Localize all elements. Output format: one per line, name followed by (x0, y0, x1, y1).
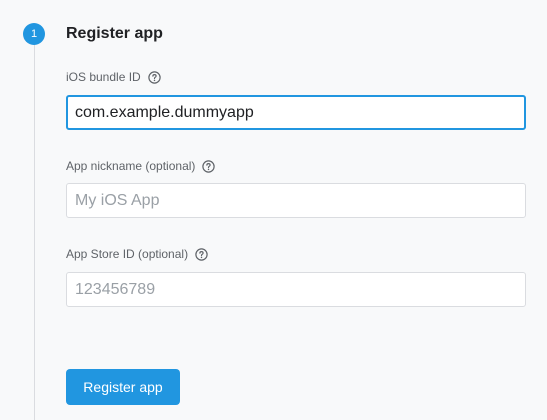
help-circle-icon[interactable] (148, 70, 161, 84)
register-app-step: 1 Register app iOS bundle ID App nicknam… (0, 0, 547, 420)
help-circle-icon[interactable] (195, 247, 208, 261)
bundle-id-label-text: iOS bundle ID (66, 70, 141, 84)
stepper-rail (34, 44, 35, 420)
step-number-badge: 1 (23, 23, 45, 45)
help-circle-icon[interactable] (202, 159, 216, 173)
bundle-id-input[interactable] (66, 95, 526, 130)
app-store-id-label: App Store ID (optional) (66, 246, 208, 262)
app-nickname-label: App nickname (optional) (66, 158, 216, 174)
app-nickname-input[interactable] (66, 183, 526, 218)
app-store-id-label-text: App Store ID (optional) (66, 247, 189, 261)
app-nickname-label-text: App nickname (optional) (66, 159, 196, 173)
bundle-id-label: iOS bundle ID (66, 69, 161, 85)
app-store-id-input[interactable] (66, 272, 526, 307)
register-app-button[interactable]: Register app (66, 369, 180, 405)
step-title: Register app (66, 25, 163, 42)
